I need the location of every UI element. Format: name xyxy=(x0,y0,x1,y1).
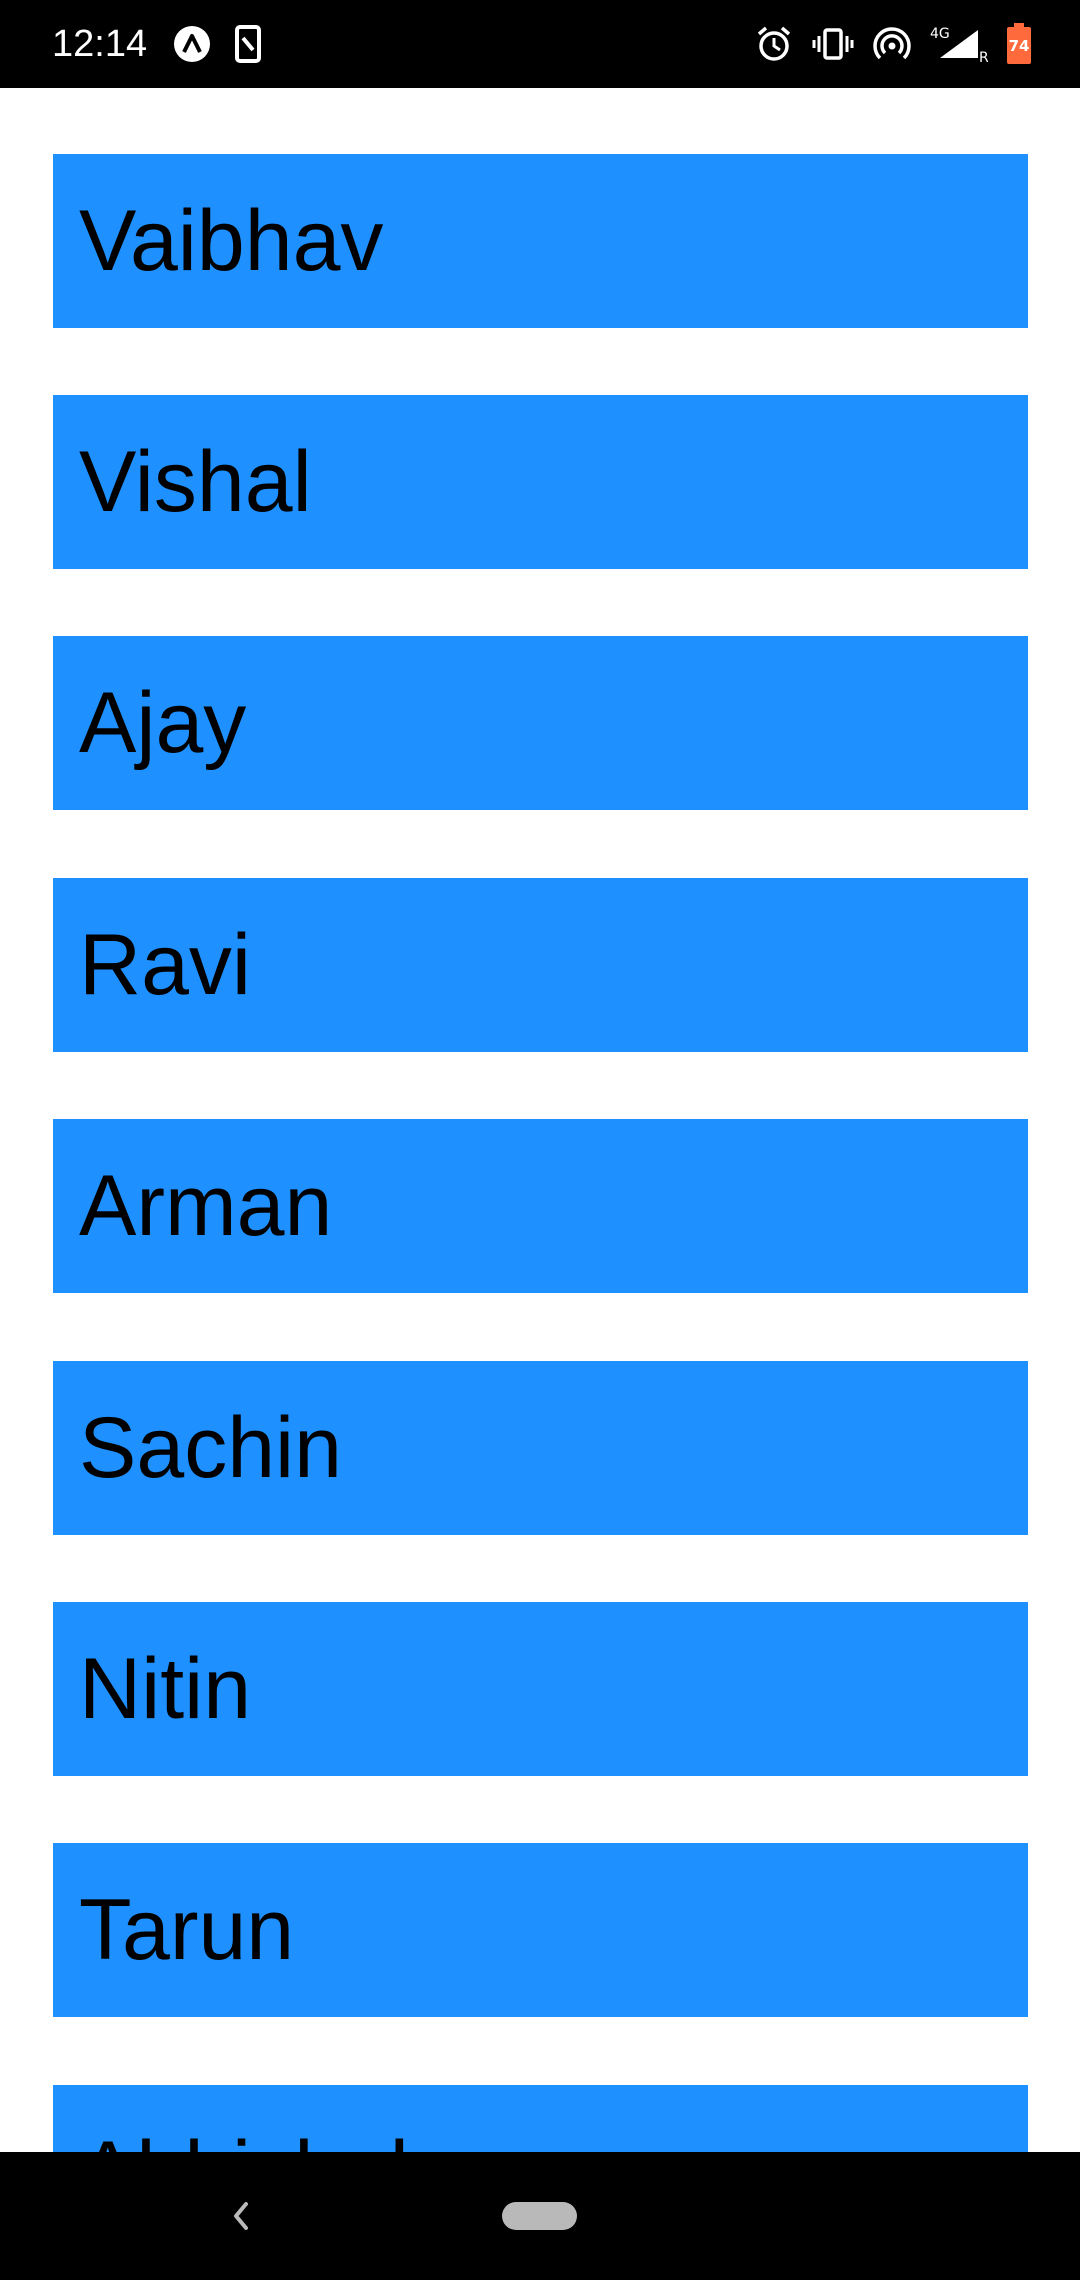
app-notification-icon xyxy=(172,24,212,64)
list-item[interactable]: Ajay xyxy=(53,636,1028,810)
home-pill-icon[interactable] xyxy=(502,2202,577,2230)
navigation-bar xyxy=(0,2152,1080,2280)
list-item-label: Ajay xyxy=(79,675,247,771)
status-time: 12:14 xyxy=(52,23,148,65)
list-item[interactable]: Vaibhav xyxy=(53,154,1028,328)
list-item-label: Sachin xyxy=(79,1400,342,1496)
list-item-label: Vaibhav xyxy=(79,193,384,289)
battery-icon: 74 xyxy=(1006,23,1032,65)
list-item-label: Abhishek xyxy=(79,2085,1028,2152)
roaming-label: R xyxy=(979,50,988,64)
sim-card-icon xyxy=(234,24,262,64)
status-right-icons: 4G R 74 xyxy=(754,22,1032,66)
status-left-icons xyxy=(172,22,262,66)
list-item[interactable]: Tarun xyxy=(53,1843,1028,2017)
list-item-label: Arman xyxy=(79,1158,333,1254)
network-type-label: 4G xyxy=(930,26,950,42)
list-item[interactable]: Vishal xyxy=(53,395,1028,569)
battery-level-label: 74 xyxy=(1009,37,1030,55)
list-item[interactable]: Abhishek xyxy=(53,2085,1028,2152)
hotspot-icon xyxy=(872,24,912,64)
back-icon[interactable] xyxy=(226,2192,256,2245)
list-item[interactable]: Arman xyxy=(53,1119,1028,1293)
alarm-icon xyxy=(754,24,794,64)
vibrate-icon xyxy=(812,24,854,64)
status-bar: 12:14 4G R 74 xyxy=(0,0,1080,88)
list-item-label: Tarun xyxy=(79,1882,295,1978)
list-item-label: Ravi xyxy=(79,917,252,1013)
signal-icon: 4G R xyxy=(930,24,988,64)
list-item[interactable]: Ravi xyxy=(53,878,1028,1052)
list-item[interactable]: Nitin xyxy=(53,1602,1028,1776)
list-item[interactable]: Sachin xyxy=(53,1361,1028,1535)
name-list[interactable]: Vaibhav Vishal Ajay Ravi Arman Sachin Ni… xyxy=(0,88,1080,2152)
list-item-label: Nitin xyxy=(79,1641,252,1737)
list-item-label: Vishal xyxy=(79,434,312,530)
